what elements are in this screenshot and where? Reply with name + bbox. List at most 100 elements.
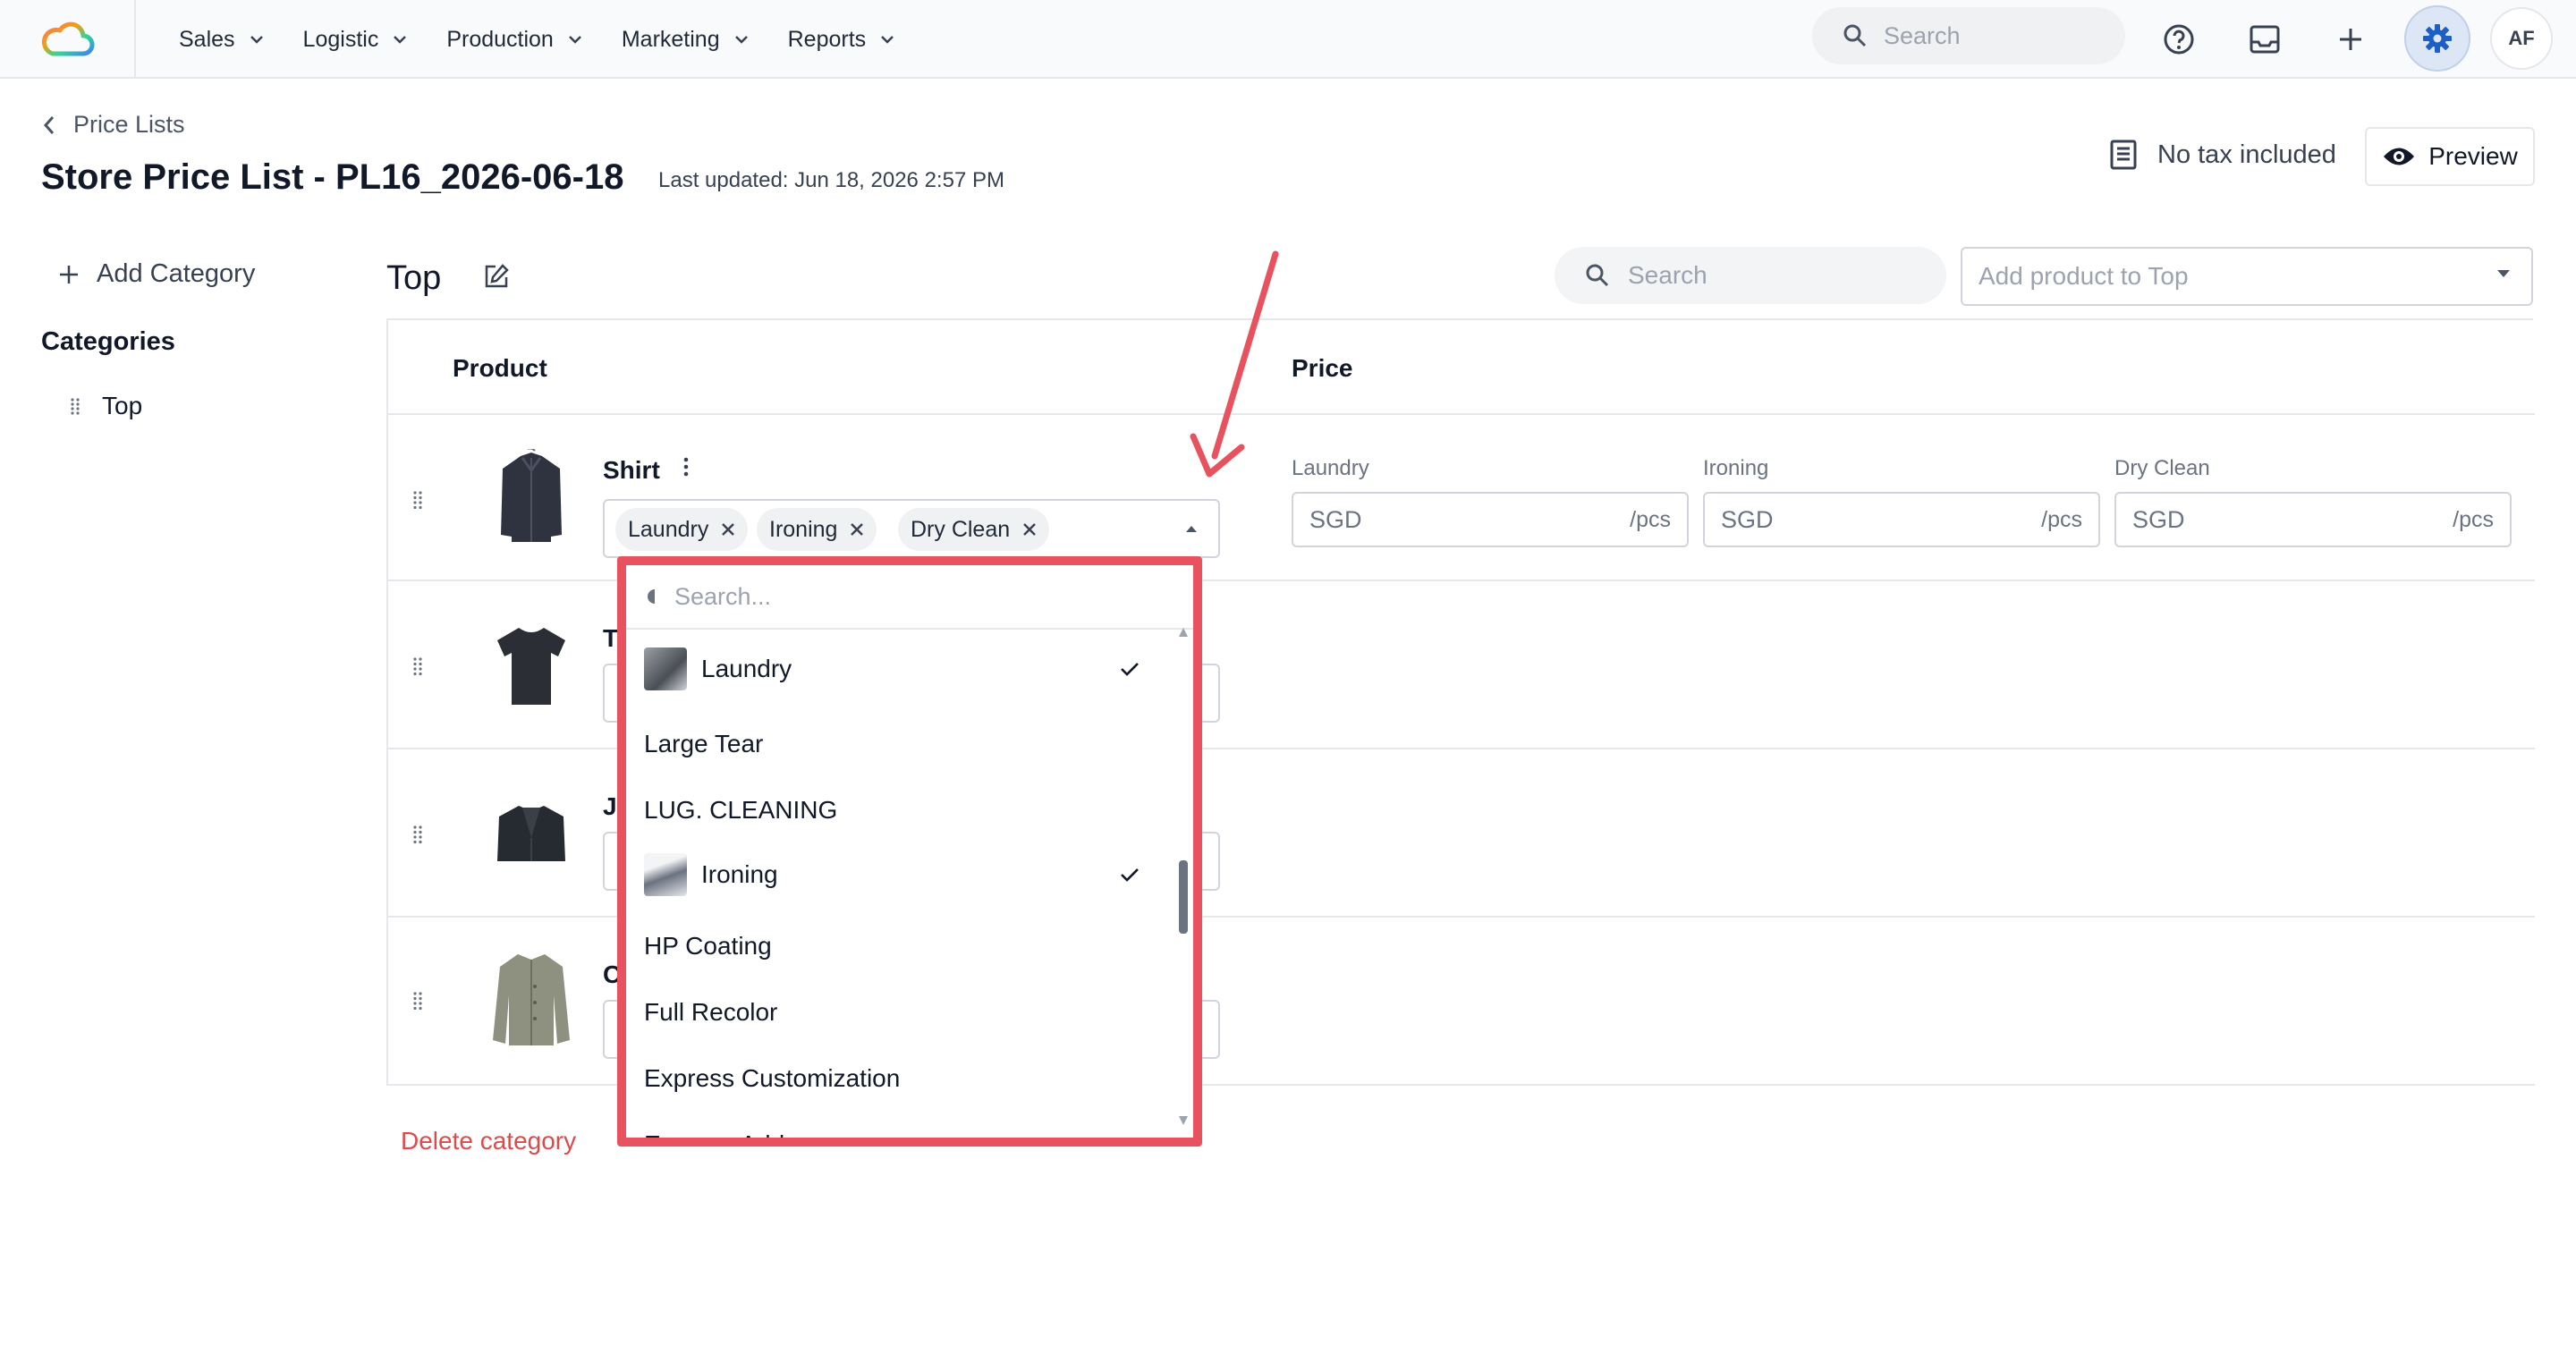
price-input-ironing[interactable]: SGD /pcs (1703, 492, 2100, 547)
top-navigation-bar: Sales Logistic Production Marketing Repo… (0, 0, 2576, 79)
currency-label: SGD (1721, 505, 1774, 533)
dropdown-option-express-customization[interactable]: Express Customization (644, 1057, 1172, 1100)
edit-category-button[interactable] (483, 263, 510, 294)
main-nav: Sales Logistic Production Marketing Repo… (179, 0, 934, 79)
laundry-image-icon (644, 647, 687, 690)
add-product-placeholder: Add product to Top (1979, 262, 2189, 290)
user-avatar[interactable]: AF (2490, 7, 2553, 70)
breadcrumb-label: Price Lists (73, 111, 185, 138)
add-new-button[interactable] (2324, 13, 2377, 66)
annotation-arrow-icon (1190, 250, 1279, 478)
service-multiselect[interactable]: Laundry Ironing Dry Clean (603, 499, 1220, 558)
more-options-icon[interactable] (683, 456, 689, 478)
search-icon (1843, 24, 1867, 47)
option-label: LUG. CLEANING (644, 796, 838, 824)
nav-reports[interactable]: Reports (788, 27, 895, 53)
iron-image-icon (644, 853, 687, 896)
nav-logistic-label: Logistic (302, 26, 379, 52)
nav-sales[interactable]: Sales (179, 27, 264, 53)
option-label: HP Coating (644, 932, 772, 960)
product-search-input[interactable]: Search (1555, 247, 1946, 304)
add-product-select[interactable]: Add product to Top (1961, 247, 2533, 306)
product-image-shirt (488, 445, 574, 553)
drag-handle-icon[interactable] (411, 656, 424, 676)
dropdown-option-hp-coating[interactable]: HP Coating (644, 925, 1172, 968)
check-icon (1121, 868, 1139, 882)
drag-handle-icon (71, 398, 80, 415)
help-button[interactable] (2152, 13, 2206, 66)
global-search-input[interactable]: Search (1812, 7, 2125, 64)
dropdown-option-express-add-on[interactable]: Express Add-on (644, 1123, 1172, 1138)
dropdown-option-lug-cleaning[interactable]: LUG. CLEANING (644, 789, 1172, 832)
nav-production[interactable]: Production (446, 27, 582, 53)
nav-marketing-label: Marketing (621, 26, 720, 52)
sidebar-item-top[interactable]: Top (70, 392, 142, 420)
search-icon (1586, 264, 1609, 287)
inbox-button[interactable] (2238, 13, 2292, 66)
option-label: Ironing (701, 860, 778, 888)
add-category-button[interactable]: Add Category (59, 259, 255, 289)
dropdown-option-laundry[interactable]: Laundry (644, 647, 1172, 690)
dropdown-option-full-recolor[interactable]: Full Recolor (644, 991, 1172, 1034)
inbox-icon (2250, 25, 2280, 54)
chevron-down-icon (568, 35, 582, 44)
preview-button[interactable]: Preview (2365, 127, 2535, 186)
search-icon (648, 589, 655, 604)
chevron-down-icon (250, 35, 264, 44)
dropdown-option-large-tear[interactable]: Large Tear (644, 723, 1172, 766)
option-label: Full Recolor (644, 998, 778, 1026)
delete-category-button[interactable]: Delete category (401, 1127, 576, 1155)
unit-label: /pcs (2453, 506, 2494, 532)
nav-logistic[interactable]: Logistic (303, 27, 408, 53)
dropdown-search-placeholder: Search... (674, 582, 772, 610)
drag-handle-icon[interactable] (411, 490, 424, 510)
service-chip: Dry Clean (898, 508, 1050, 551)
nav-production-label: Production (446, 26, 554, 52)
receipt-icon (2110, 140, 2137, 170)
add-category-label: Add Category (97, 259, 256, 288)
dropdown-search-input[interactable]: Search... (626, 565, 1193, 630)
scrollbar-thumb[interactable] (1179, 860, 1188, 934)
avatar-initials: AF (2508, 27, 2535, 49)
close-icon[interactable] (721, 522, 735, 537)
dropdown-option-ironing[interactable]: Ironing (644, 853, 1172, 896)
price-input-dry-clean[interactable]: SGD /pcs (2114, 492, 2512, 547)
table-header: Product Price (388, 320, 2535, 415)
option-label: Laundry (701, 655, 792, 682)
unit-label: /pcs (1630, 506, 1671, 532)
chip-label: Ironing (769, 516, 838, 542)
price-label-ironing: Ironing (1703, 456, 1769, 480)
product-image-cardigan (488, 946, 574, 1054)
settings-button[interactable] (2404, 5, 2470, 72)
currency-label: SGD (1309, 505, 1362, 533)
option-label: Large Tear (644, 730, 764, 757)
column-header-product: Product (453, 354, 547, 382)
shirt-icon (501, 449, 562, 542)
breadcrumb-back-link[interactable]: Price Lists (43, 111, 185, 139)
tax-setting[interactable]: No tax included (2109, 140, 2336, 170)
nav-sales-label: Sales (179, 26, 235, 52)
service-chip: Ironing (757, 508, 877, 551)
product-search-placeholder: Search (1628, 261, 1707, 289)
last-updated-text: Last updated: Jun 18, 2026 2:57 PM (658, 168, 1004, 192)
edit-icon (485, 264, 509, 288)
tshirt-icon (497, 628, 565, 705)
drag-handle-icon[interactable] (411, 991, 424, 1011)
price-input-laundry[interactable]: SGD /pcs (1292, 492, 1689, 547)
category-title: Top (386, 259, 442, 297)
caret-up-icon (1186, 526, 1197, 532)
chevron-down-icon (880, 35, 894, 44)
currency-label: SGD (2132, 505, 2185, 533)
nav-marketing[interactable]: Marketing (622, 27, 749, 53)
eye-icon (2384, 148, 2415, 165)
service-chip: Laundry (615, 508, 749, 551)
product-name: Shirt (603, 456, 660, 484)
drag-handle-icon[interactable] (411, 825, 424, 844)
page-title: Store Price List - PL16_2026-06-18 (41, 157, 624, 197)
global-search-placeholder: Search (1884, 21, 1961, 49)
app-logo[interactable] (0, 0, 136, 79)
close-icon[interactable] (850, 522, 864, 537)
close-icon[interactable] (1022, 522, 1037, 537)
unit-label: /pcs (2041, 506, 2082, 532)
chip-label: Dry Clean (911, 516, 1011, 542)
